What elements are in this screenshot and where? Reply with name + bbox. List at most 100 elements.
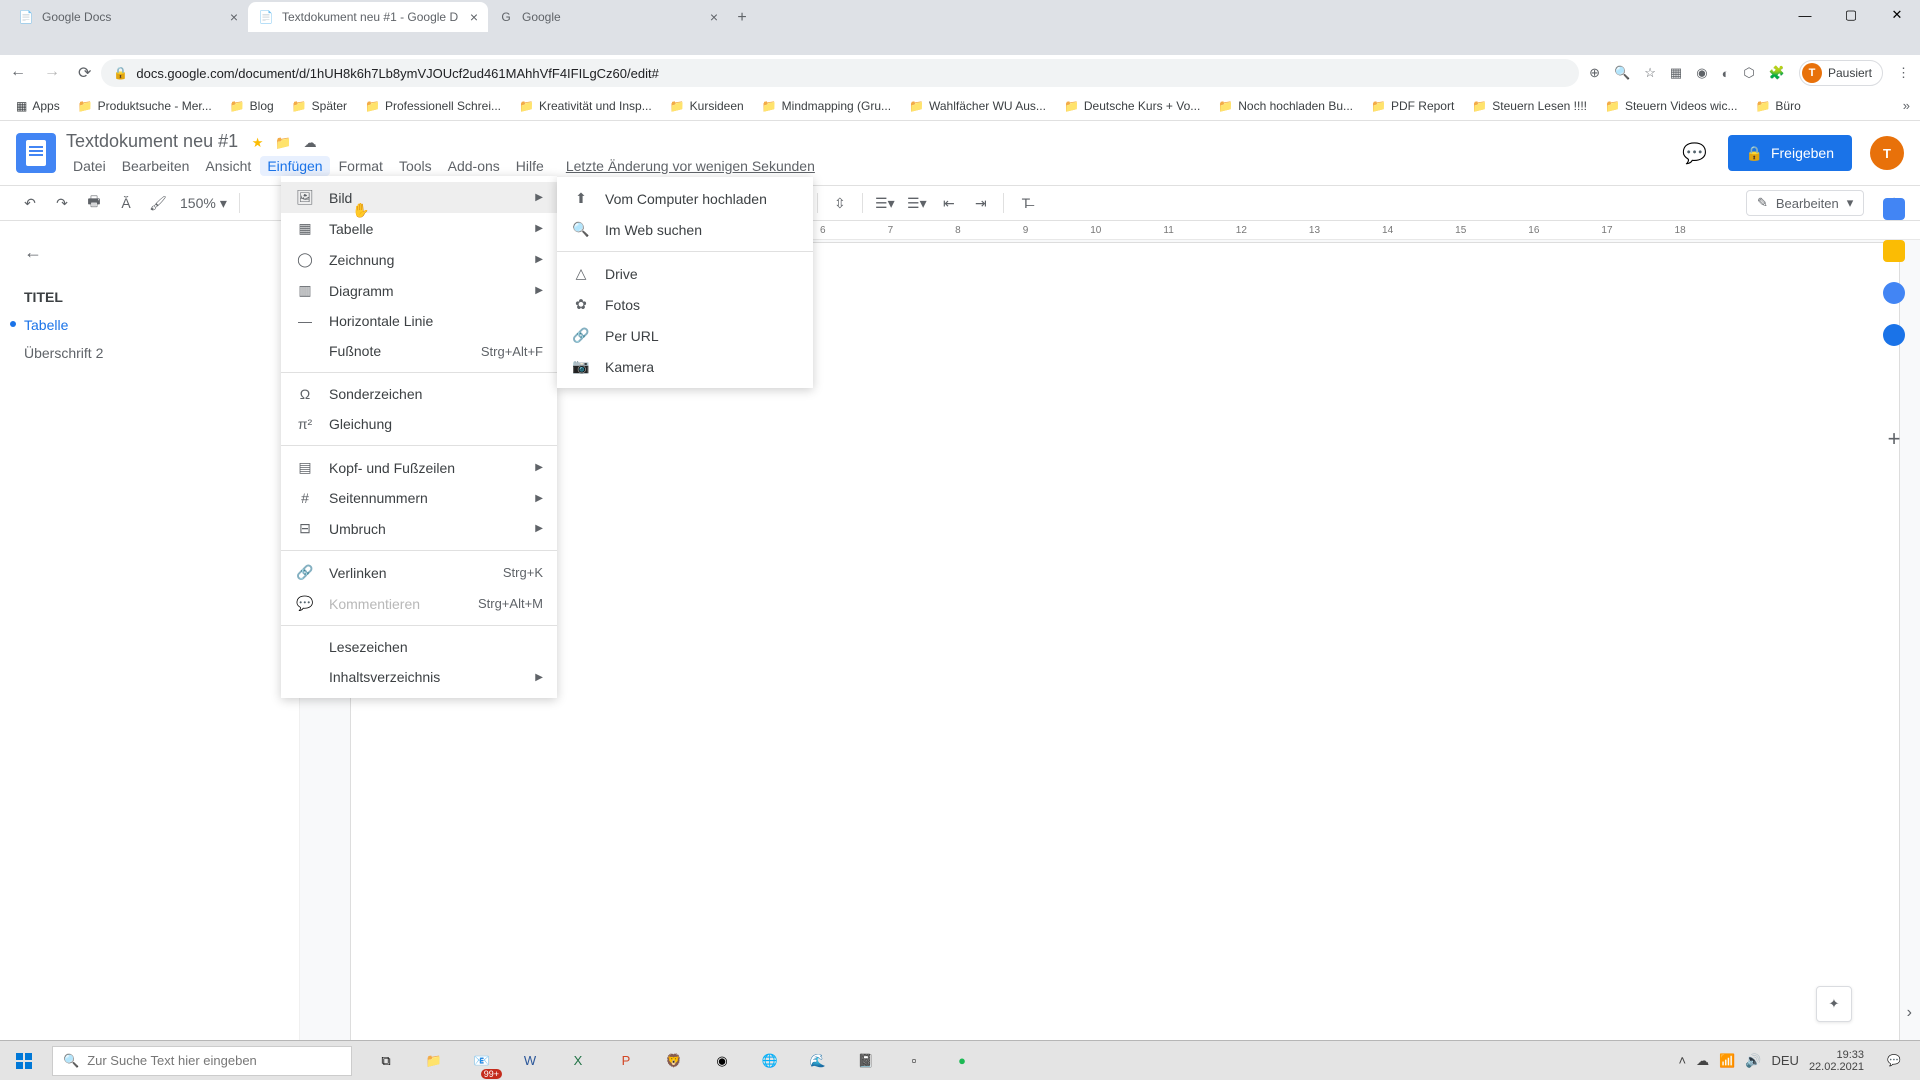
menu-item-drawing[interactable]: ◯Zeichnung▶ bbox=[281, 244, 557, 275]
menu-item-equation[interactable]: π²Gleichung bbox=[281, 409, 557, 439]
comments-history-icon[interactable]: 💬 bbox=[1680, 138, 1710, 168]
contacts-icon[interactable] bbox=[1883, 324, 1905, 346]
tray-overflow-icon[interactable]: ˄ bbox=[1679, 1053, 1687, 1068]
mail-app-icon[interactable]: 📧99+ bbox=[458, 1041, 506, 1081]
word-icon[interactable]: W bbox=[506, 1041, 554, 1081]
zoom-select[interactable]: 150%▾ bbox=[180, 195, 227, 212]
taskbar-clock[interactable]: 19:33 22.02.2021 bbox=[1809, 1049, 1864, 1073]
star-icon[interactable]: ★ bbox=[252, 135, 264, 151]
bookmark-folder[interactable]: 📁Später bbox=[286, 95, 353, 117]
bookmark-folder[interactable]: 📁Professionell Schrei... bbox=[359, 95, 507, 117]
line-spacing-icon[interactable]: ⇳ bbox=[830, 195, 850, 212]
paint-format-icon[interactable]: 🖌 bbox=[148, 195, 168, 212]
bookmark-folder[interactable]: 📁Noch hochladen Bu... bbox=[1212, 95, 1359, 117]
explore-button[interactable]: ✦ bbox=[1816, 986, 1852, 1022]
brave-icon[interactable]: 🦁 bbox=[650, 1041, 698, 1081]
bookmark-folder[interactable]: 📁Steuern Lesen !!!! bbox=[1466, 95, 1593, 117]
bookmark-icon[interactable]: ☆ bbox=[1644, 65, 1656, 81]
last-edit-link[interactable]: Letzte Änderung vor wenigen Sekunden bbox=[559, 156, 822, 176]
bookmarks-overflow[interactable]: » bbox=[1903, 98, 1910, 113]
wifi-icon[interactable]: 📶 bbox=[1719, 1053, 1735, 1069]
action-center-icon[interactable]: 💬 bbox=[1874, 1041, 1914, 1081]
edge-icon[interactable]: 🌊 bbox=[794, 1041, 842, 1081]
menu-tools[interactable]: Tools bbox=[392, 156, 439, 176]
onedrive-icon[interactable]: ☁ bbox=[1696, 1053, 1709, 1069]
menu-item-page-numbers[interactable]: #Seitennummern▶ bbox=[281, 483, 557, 513]
close-window-button[interactable]: ✕ bbox=[1874, 0, 1920, 30]
submenu-camera[interactable]: 📷Kamera bbox=[557, 351, 813, 382]
qr-icon[interactable]: ▦ bbox=[1670, 65, 1682, 81]
back-button[interactable]: ← bbox=[10, 63, 26, 83]
keep-icon[interactable] bbox=[1883, 240, 1905, 262]
spellcheck-icon[interactable]: Ă bbox=[116, 195, 136, 211]
submenu-drive[interactable]: △Drive bbox=[557, 258, 813, 289]
redo-icon[interactable]: ↷ bbox=[52, 195, 72, 212]
submenu-search-web[interactable]: 🔍Im Web suchen bbox=[557, 214, 813, 245]
addons-side-icon[interactable]: + bbox=[1888, 426, 1901, 452]
menu-item-chart[interactable]: ▥Diagramm▶ bbox=[281, 275, 557, 306]
profile-paused-button[interactable]: T Pausiert bbox=[1799, 60, 1883, 86]
menu-item-bookmark[interactable]: Lesezeichen bbox=[281, 632, 557, 662]
submenu-url[interactable]: 🔗Per URL bbox=[557, 320, 813, 351]
move-icon[interactable]: 📁 bbox=[275, 135, 291, 151]
excel-icon[interactable]: X bbox=[554, 1041, 602, 1081]
task-view-icon[interactable]: ⧉ bbox=[362, 1041, 410, 1081]
account-avatar[interactable]: T bbox=[1870, 136, 1904, 170]
share-button[interactable]: 🔒 Freigeben bbox=[1728, 135, 1852, 171]
close-icon[interactable]: × bbox=[230, 9, 238, 25]
language-indicator[interactable]: DEU bbox=[1771, 1053, 1798, 1068]
show-side-panel-icon[interactable]: › bbox=[1907, 1004, 1912, 1022]
menu-item-table[interactable]: ▦Tabelle▶ bbox=[281, 213, 557, 244]
doc-title[interactable]: Textdokument neu #1 bbox=[66, 131, 238, 151]
bookmark-folder[interactable]: 📁Mindmapping (Gru... bbox=[756, 95, 897, 117]
bookmark-folder[interactable]: 📁Wahlfächer WU Aus... bbox=[903, 95, 1052, 117]
editing-mode-button[interactable]: ✎ Bearbeiten ▾ bbox=[1746, 190, 1864, 216]
install-icon[interactable]: ⊕ bbox=[1589, 65, 1600, 81]
menu-bearbeiten[interactable]: Bearbeiten bbox=[115, 156, 197, 176]
outline-item[interactable]: Tabelle bbox=[24, 311, 275, 339]
cloud-status-icon[interactable]: ☁ bbox=[304, 135, 317, 151]
bookmark-folder[interactable]: 📁Produktsuche - Mer... bbox=[72, 95, 218, 117]
ext-1-icon[interactable]: ◉ bbox=[1696, 65, 1707, 81]
app-icon[interactable]: ▫ bbox=[890, 1041, 938, 1081]
menu-item-header-footer[interactable]: ▤Kopf- und Fußzeilen▶ bbox=[281, 452, 557, 483]
outline-item-title[interactable]: TITEL bbox=[24, 283, 275, 311]
volume-icon[interactable]: 🔊 bbox=[1745, 1053, 1761, 1069]
minimize-button[interactable]: — bbox=[1782, 0, 1828, 30]
ext-2-icon[interactable]: ◐ bbox=[1722, 66, 1730, 81]
close-icon[interactable]: × bbox=[710, 9, 718, 25]
docs-logo-icon[interactable] bbox=[16, 133, 56, 173]
browser-tab[interactable]: G Google × bbox=[488, 2, 728, 32]
browser-tab-active[interactable]: 📄 Textdokument neu #1 - Google D × bbox=[248, 2, 488, 32]
file-explorer-icon[interactable]: 📁 bbox=[410, 1041, 458, 1081]
menu-hilfe[interactable]: Hilfe bbox=[509, 156, 551, 176]
obs-icon[interactable]: ◉ bbox=[698, 1041, 746, 1081]
menu-item-hline[interactable]: ―Horizontale Linie bbox=[281, 306, 557, 336]
menu-ansicht[interactable]: Ansicht bbox=[198, 156, 258, 176]
ext-3-icon[interactable]: ⬡ bbox=[1743, 65, 1754, 81]
powerpoint-icon[interactable]: P bbox=[602, 1041, 650, 1081]
menu-item-special-chars[interactable]: ΩSonderzeichen bbox=[281, 379, 557, 409]
omnibox[interactable]: 🔒 docs.google.com/document/d/1hUH8k6h7Lb… bbox=[101, 59, 1579, 87]
bookmark-folder[interactable]: 📁Steuern Videos wic... bbox=[1599, 95, 1743, 117]
print-icon[interactable]: 🖶 bbox=[84, 191, 104, 215]
tasks-icon[interactable] bbox=[1883, 282, 1905, 304]
chrome-menu-icon[interactable]: ⋮ bbox=[1897, 65, 1910, 81]
bulleted-list-icon[interactable]: ☰▾ bbox=[907, 195, 927, 212]
start-button[interactable] bbox=[0, 1041, 48, 1081]
close-icon[interactable]: × bbox=[470, 9, 478, 25]
menu-addons[interactable]: Add-ons bbox=[441, 156, 507, 176]
outline-back-icon[interactable]: ← bbox=[24, 242, 275, 263]
bookmark-apps[interactable]: ▦Apps bbox=[10, 95, 66, 117]
submenu-photos[interactable]: ✿Fotos bbox=[557, 289, 813, 320]
bookmark-folder[interactable]: 📁Kursideen bbox=[664, 95, 750, 117]
menu-format[interactable]: Format bbox=[332, 156, 390, 176]
bookmark-folder[interactable]: 📁Deutsche Kurs + Vo... bbox=[1058, 95, 1206, 117]
extensions-icon[interactable]: 🧩 bbox=[1769, 65, 1785, 81]
undo-icon[interactable]: ↶ bbox=[20, 195, 40, 212]
menu-item-break[interactable]: ⊟Umbruch▶ bbox=[281, 513, 557, 544]
menu-item-toc[interactable]: Inhaltsverzeichnis▶ bbox=[281, 662, 557, 692]
bookmark-folder[interactable]: 📁Kreativität und Insp... bbox=[513, 95, 658, 117]
calendar-icon[interactable] bbox=[1883, 198, 1905, 220]
submenu-upload[interactable]: ⬆Vom Computer hochladen bbox=[557, 183, 813, 214]
